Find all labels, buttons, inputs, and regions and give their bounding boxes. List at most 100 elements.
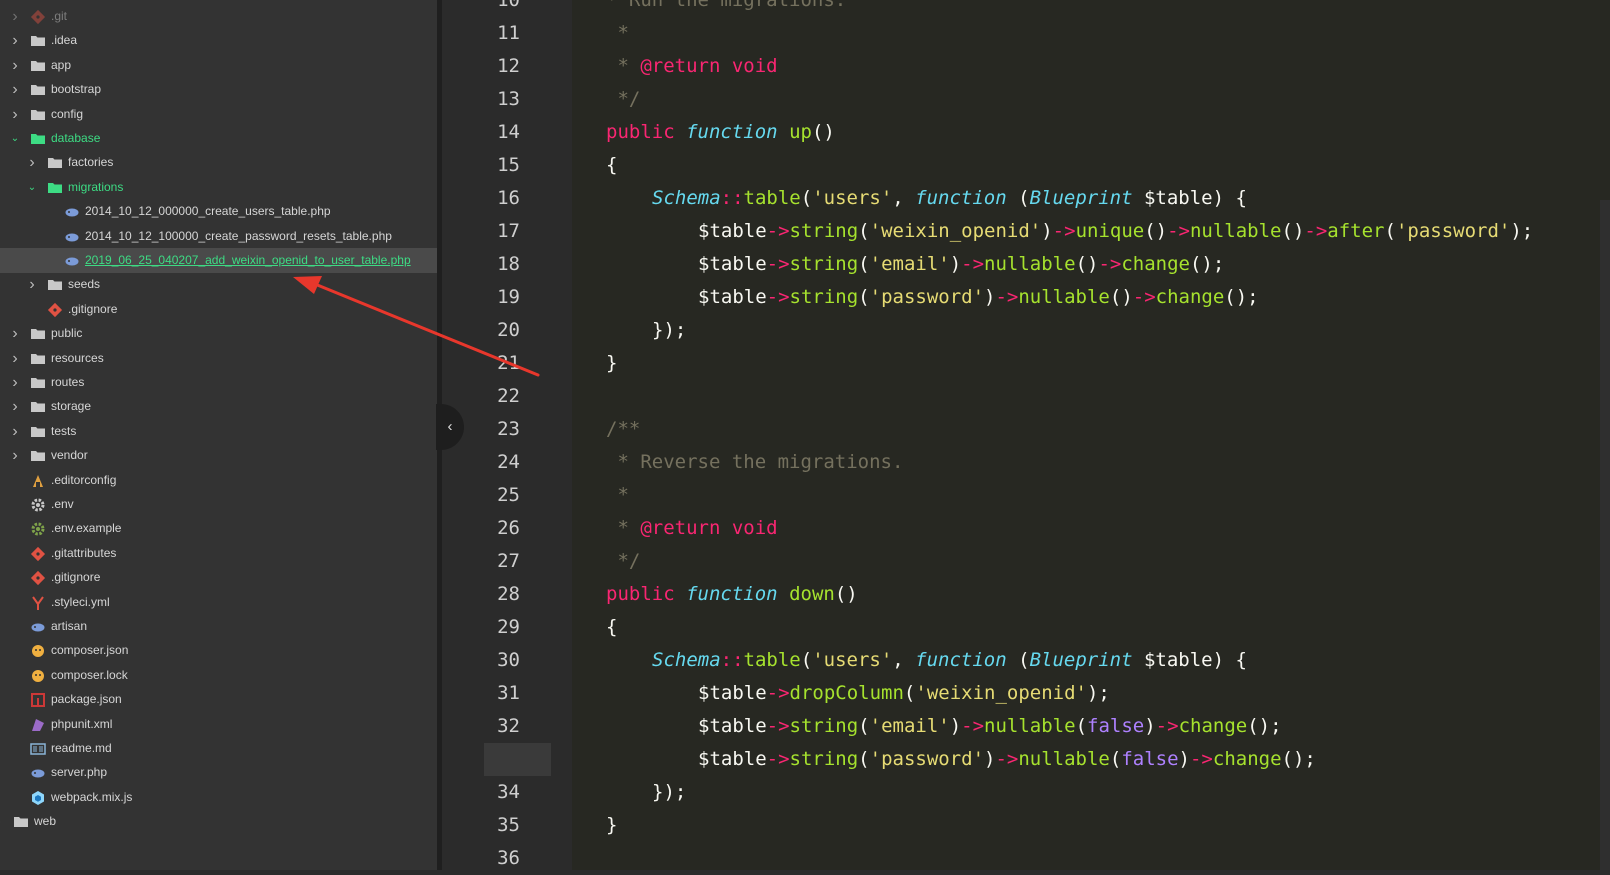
chevron-right-icon[interactable]: › [26,272,38,297]
line-number: 36 [497,847,520,869]
chevron-right-icon[interactable]: › [9,4,21,29]
code-token: 'users' [812,187,893,209]
line-number: 32 [497,715,520,737]
line-number: 15 [497,154,520,176]
folder-icon [30,82,46,98]
tree-folder[interactable]: › web [0,809,437,834]
tree-file[interactable]: 2019_06_25_040207_add_weixin_openid_to_u… [0,248,437,273]
code-token: nullable [984,715,1076,737]
chevron-right-icon[interactable]: › [9,394,21,419]
tree-file[interactable]: server.php [0,760,437,785]
chevron-right-icon[interactable]: › [9,346,21,371]
chevron-right-icon[interactable]: › [9,370,21,395]
chevron-right-icon[interactable]: › [9,28,21,53]
code-token: * [606,22,629,44]
tree-file[interactable]: .env.example [0,516,437,541]
tree-file[interactable]: .styleci.yml [0,590,437,615]
folder-icon [30,424,46,440]
tree-file[interactable]: webpack.mix.js [0,785,437,810]
code-line: }); [652,776,686,809]
chevron-right-icon[interactable]: › [0,809,4,834]
code-token: public [606,583,675,605]
code-token: ( [1075,715,1088,737]
tree-folder[interactable]: ⌄ migrations [0,175,437,200]
tree-file[interactable]: artisan [0,614,437,639]
php-icon [30,765,46,781]
code-token: -> [961,715,985,737]
tree-file[interactable]: phpunit.xml [0,712,437,737]
line-number: 13 [497,88,520,110]
chevron-right-icon[interactable]: › [9,321,21,346]
tree-folder[interactable]: › .idea [0,28,437,53]
chevron-right-icon[interactable]: › [9,419,21,444]
code-token: , [892,187,916,209]
chevron-down-icon[interactable]: ⌄ [9,126,21,151]
tree-file[interactable]: .gitattributes [0,541,437,566]
code-token: -> [1132,286,1156,308]
tree-folder[interactable]: › public [0,321,437,346]
tree-file[interactable]: composer.lock [0,663,437,688]
tree-item-label: .gitattributes [51,545,117,560]
code-token: { [606,154,618,176]
code-token: nullable [1018,748,1110,770]
chevron-right-icon[interactable]: › [9,77,21,102]
tree-file[interactable]: .gitignore [0,297,437,322]
code-token: Schema [652,187,721,209]
code-token: ) [1178,748,1190,770]
code-token: (); [1247,715,1282,737]
tree-folder[interactable]: › seeds [0,272,437,297]
code-token: function [686,121,778,143]
tree-item-label: migrations [68,179,124,194]
code-token: }); [652,319,687,341]
tree-folder[interactable]: › vendor [0,443,437,468]
tree-item-label: bootstrap [51,82,102,97]
code-token: void [731,517,778,539]
code-token: ( [1384,220,1396,242]
tree-folder[interactable]: › config [0,102,437,127]
tree-folder[interactable]: › bootstrap [0,77,437,102]
code-token: change [1212,748,1282,770]
editor-scrollbar[interactable] [1600,200,1610,870]
code-token: -> [1052,220,1076,242]
code-token: down [789,583,835,605]
tree-folder[interactable]: › storage [0,394,437,419]
tree-file[interactable]: 2014_10_12_100000_create_password_resets… [0,224,437,249]
tree-folder[interactable]: › routes [0,370,437,395]
chevron-right-icon[interactable]: › [26,150,38,175]
folder-icon [30,33,46,49]
code-token: string [789,748,859,770]
tree-folder[interactable]: › tests [0,419,437,444]
chevron-right-icon[interactable]: › [9,53,21,78]
code-token: -> [766,220,790,242]
tree-folder[interactable]: › app [0,53,437,78]
code-token: 'email' [869,715,950,737]
line-number: 25 [497,484,520,506]
code-token: 'weixin_openid' [915,682,1087,704]
tree-file[interactable]: .env [0,492,437,517]
code-token: 'password' [1395,220,1511,242]
tree-file[interactable]: package.json [0,687,437,712]
tree-file[interactable]: .editorconfig [0,468,437,493]
line-number: 19 [497,286,520,308]
code-token: -> [1189,748,1213,770]
chevron-right-icon[interactable]: › [9,443,21,468]
code-token: 'email' [869,253,950,275]
tree-folder[interactable]: ⌄ database [0,126,437,151]
code-editor[interactable]: * Run the migrations. * * @return void *… [572,0,1610,870]
line-number: 14 [497,121,520,143]
tree-file[interactable]: .gitignore [0,565,437,590]
code-token: ( [903,682,916,704]
chevron-right-icon[interactable]: › [9,102,21,127]
code-line: * Run the migrations. [606,0,846,17]
tree-file[interactable]: readme.md [0,736,437,761]
tree-folder[interactable]: › factories [0,150,437,175]
tree-folder[interactable]: › .git [0,4,437,29]
tree-file[interactable]: composer.json [0,638,437,663]
code-token: $table [698,253,767,275]
code-token: -> [1304,220,1328,242]
tree-folder[interactable]: › resources [0,346,437,371]
tree-file[interactable]: 2014_10_12_000000_create_users_table.php [0,199,437,224]
chevron-down-icon[interactable]: ⌄ [26,175,38,200]
current-line-highlight [484,743,551,776]
